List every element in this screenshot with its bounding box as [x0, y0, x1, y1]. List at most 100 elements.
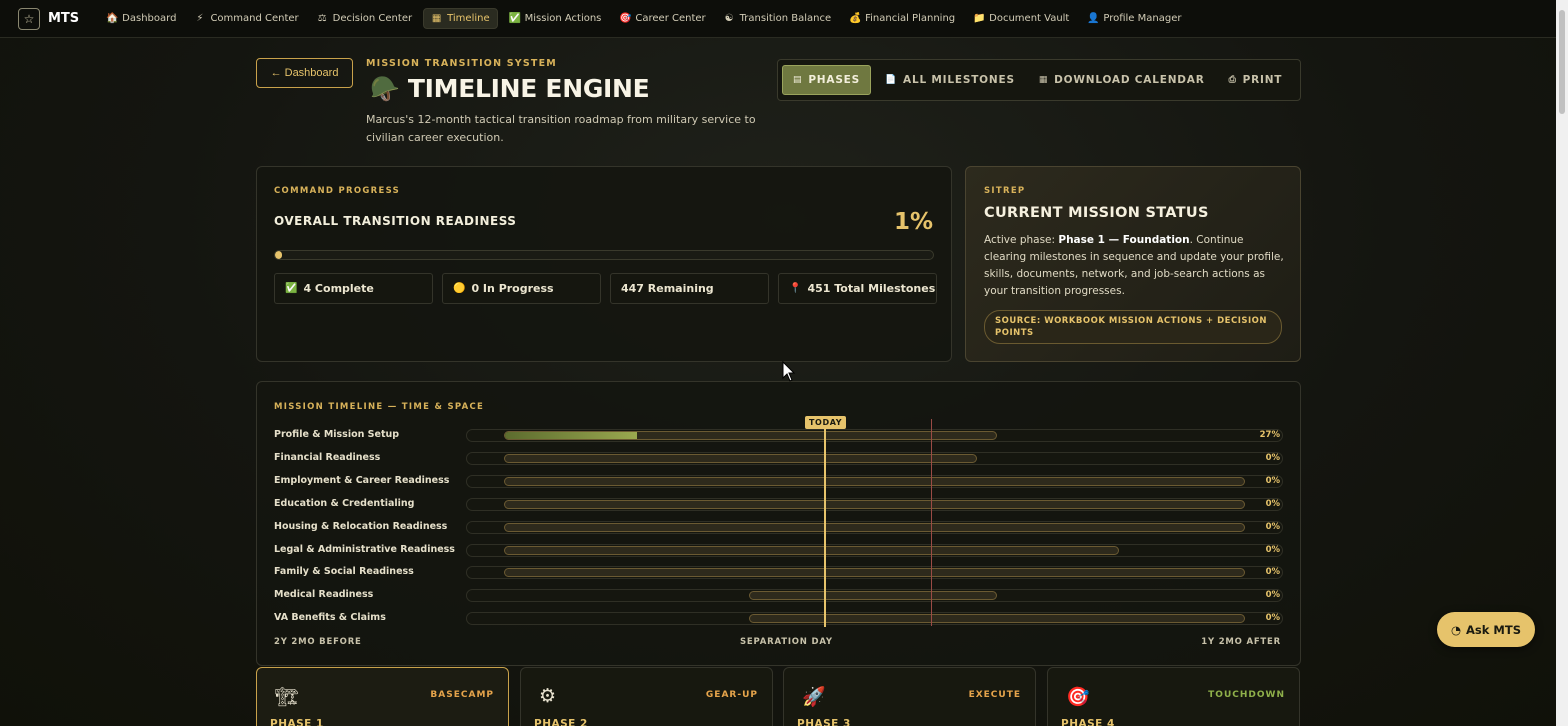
check-icon: ✅ [508, 13, 522, 24]
timeline-row: Medical Readiness 0% [257, 586, 1300, 608]
balance-icon: ☯ [724, 13, 734, 24]
tab-phases[interactable]: ▤ PHASES [782, 65, 872, 95]
rocket-icon: 🚀 [802, 686, 826, 708]
app-logo-text[interactable]: MTS [48, 11, 79, 26]
nav-item-profile-manager[interactable]: 👤 Profile Manager [1080, 9, 1188, 28]
phase-card-1[interactable]: 🏗 BASECAMP PHASE 1 [256, 667, 509, 726]
timeline-row: Employment & Career Readiness 0% [257, 472, 1300, 494]
nav-item-career-center[interactable]: 🎯 Career Center [612, 9, 712, 28]
back-to-dashboard-button[interactable]: ← Dashboard [256, 58, 353, 88]
eyebrow: MISSION TRANSITION SYSTEM [366, 58, 557, 69]
nav-item-document-vault[interactable]: 📁 Document Vault [966, 9, 1076, 28]
stat-0-in-progress: 🟡 0 In Progress [442, 273, 601, 304]
ask-mts-button[interactable]: ◔ Ask MTS [1437, 612, 1535, 647]
timeline-row-percent: 0% [1265, 544, 1280, 555]
tab-label: DOWNLOAD CALENDAR [1054, 74, 1205, 86]
timeline-row-percent: 0% [1265, 613, 1280, 624]
tab-label: ALL MILESTONES [903, 74, 1015, 86]
nav-item-label: Dashboard [122, 13, 177, 24]
timeline-row-percent: 0% [1265, 498, 1280, 509]
phase-tag: GEAR-UP [705, 690, 758, 700]
tab-all-milestones[interactable]: 📄 ALL MILESTONES [875, 66, 1025, 94]
today-badge: TODAY [805, 416, 847, 429]
nav-item-decision-center[interactable]: ⚖ Decision Center [310, 9, 419, 28]
phase-card-2[interactable]: ⚙ GEAR-UP PHASE 2 [520, 667, 773, 726]
scrollbar-thumb[interactable] [1559, 10, 1565, 114]
chat-icon: ◔ [1450, 622, 1462, 637]
nav-item-label: Command Center [210, 13, 299, 24]
nav-item-mission-actions[interactable]: ✅ Mission Actions [502, 9, 609, 28]
nav-item-label: Profile Manager [1103, 13, 1182, 24]
calendar-icon: ▦ [431, 13, 442, 24]
phase-card-3[interactable]: 🚀 EXECUTE PHASE 3 [783, 667, 1036, 726]
timeline-row-name: Housing & Relocation Readiness [274, 520, 448, 532]
nav-items: 🏠 Dashboard ⚡ Command Center ⚖ Decision Cente… [99, 8, 1192, 29]
money-bag-icon: 💰 [849, 13, 862, 24]
sitrep-card: SITREP CURRENT MISSION STATUS Active pha… [965, 166, 1301, 362]
readiness-title: OVERALL TRANSITION READINESS [274, 214, 517, 228]
crane-icon: 🏗 [275, 686, 300, 708]
timeline-segment [503, 431, 998, 440]
home-icon: 🏠 [106, 13, 119, 24]
timeline-segment [503, 453, 977, 463]
timeline-row-name: Education & Credentialing [274, 497, 415, 509]
nav-item-label: Mission Actions [524, 13, 602, 24]
nav-item-label: Decision Center [332, 13, 413, 24]
phase-name: PHASE 2 [534, 718, 588, 726]
target-icon: 🎯 [1066, 686, 1090, 708]
stat-text: 447 Remaining [621, 282, 714, 295]
clipboard-icon: ▤ [793, 75, 803, 85]
phase-name: PHASE 3 [797, 718, 851, 726]
sitrep-body: Active phase: Phase 1 — Foundation. Cont… [984, 234, 1284, 297]
timeline-row: Legal & Administrative Readiness 0% [257, 541, 1300, 563]
nav-item-transition-balance[interactable]: ☯ Transition Balance [717, 9, 838, 28]
timeline-row: Family & Social Readiness 0% [257, 563, 1300, 585]
timeline-segment [503, 499, 1245, 509]
nav-item-label: Document Vault [989, 13, 1070, 24]
timeline-row-name: Employment & Career Readiness [274, 474, 450, 486]
axis-right-label: 1Y 2MO AFTER [1201, 637, 1281, 647]
timeline-label: MISSION TIMELINE — TIME & SPACE [274, 402, 485, 412]
tab-label: PRINT [1242, 74, 1283, 86]
timeline-row: VA Benefits & Claims 0% [257, 609, 1300, 631]
document-icon: 📄 [885, 75, 898, 85]
source-badge: SOURCE: WORKBOOK MISSION ACTIONS + DECIS… [984, 310, 1282, 344]
helmet-icon: 🪖 [370, 74, 400, 103]
page-scrollbar[interactable] [1556, 0, 1568, 726]
phase-name: PHASE 4 [1061, 718, 1115, 726]
tab-download-calendar[interactable]: ▦ DOWNLOAD CALENDAR [1029, 66, 1215, 94]
nav-item-timeline[interactable]: ▦ Timeline [423, 8, 498, 29]
tab-print[interactable]: ⎙ PRINT [1219, 66, 1293, 94]
timeline-row: Profile & Mission Setup 27% [257, 426, 1300, 448]
timeline-row-name: Family & Social Readiness [274, 566, 414, 578]
timeline-row-percent: 0% [1265, 567, 1280, 578]
readiness-percent: 1% [893, 209, 933, 235]
star-logo-icon[interactable]: ☆ [18, 7, 40, 30]
timeline-row-name: VA Benefits & Claims [274, 612, 386, 624]
progress-stats: ✅ 4 Complete 🟡 0 In Progress 447 Remaining 📍 4… [274, 273, 937, 304]
phase-card-4[interactable]: 🎯 TOUCHDOWN PHASE 4 [1047, 667, 1300, 726]
readiness-progress-fill [275, 251, 282, 259]
nav-item-dashboard[interactable]: 🏠 Dashboard [99, 9, 183, 28]
axis-left-label: 2Y 2MO BEFORE [274, 637, 362, 647]
view-tabs: ▤ PHASES 📄 ALL MILESTONES ▦ DOWNLOAD CALENDAR… [777, 59, 1301, 101]
timeline-segment-progress [504, 432, 638, 439]
stat-text: 4 Complete [303, 282, 374, 295]
nav-item-command-center[interactable]: ⚡ Command Center [187, 9, 305, 28]
yellow-dot-icon: 🟡 [453, 283, 466, 294]
nav-item-financial-planning[interactable]: 💰 Financial Planning [842, 9, 962, 28]
timeline-segment [503, 568, 1245, 578]
gear-icon: ⚙ [539, 685, 557, 707]
command-progress-card: COMMAND PROGRESS OVERALL TRANSITION READ… [256, 166, 952, 362]
timeline-row-percent: 0% [1265, 521, 1280, 532]
timeline-row-percent: 0% [1265, 475, 1280, 486]
pin-icon: 📍 [789, 283, 802, 294]
timeline-row-name: Legal & Administrative Readiness [274, 543, 455, 555]
timeline-row: Financial Readiness 0% [257, 449, 1300, 471]
target-icon: 🎯 [619, 13, 632, 24]
command-progress-label: COMMAND PROGRESS [274, 186, 401, 196]
stat-text: 451 Total Milestones [807, 282, 936, 295]
timeline-segment [503, 476, 1245, 486]
page-title: 🪖 TIMELINE ENGINE [370, 74, 650, 103]
check-icon: ✅ [285, 283, 298, 294]
